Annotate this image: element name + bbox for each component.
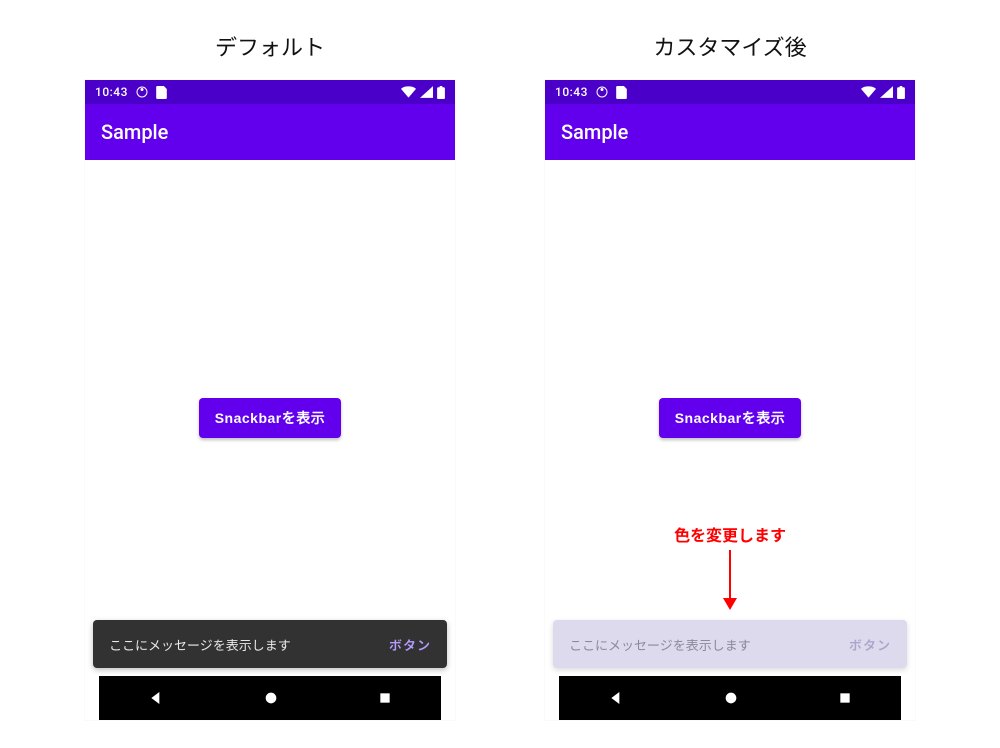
nav-recent-icon[interactable] bbox=[378, 691, 392, 705]
snackbar-action-button[interactable]: ボタン bbox=[849, 635, 891, 654]
phone-customized: 10:43 bbox=[545, 80, 915, 720]
snackbar-customized: ここにメッセージを表示します ボタン bbox=[553, 620, 907, 668]
battery-icon bbox=[437, 86, 445, 99]
status-app-icon bbox=[596, 86, 608, 98]
annotation-text: 色を変更します bbox=[674, 522, 786, 546]
annotation-arrow-line bbox=[729, 550, 731, 598]
app-bar: Sample bbox=[545, 104, 915, 160]
snackbar-action-button[interactable]: ボタン bbox=[389, 635, 431, 654]
column-title-default: デフォルト bbox=[215, 30, 325, 62]
status-sdcard-icon bbox=[616, 86, 627, 99]
nav-back-icon[interactable] bbox=[608, 690, 624, 706]
status-app-icon bbox=[136, 86, 148, 98]
column-title-customized: カスタマイズ後 bbox=[653, 30, 806, 62]
nav-bar bbox=[99, 676, 441, 720]
signal-icon bbox=[880, 86, 893, 98]
status-time: 10:43 bbox=[95, 85, 128, 99]
wifi-icon bbox=[861, 86, 876, 98]
app-title: Sample bbox=[101, 120, 168, 144]
column-default: デフォルト 10:43 bbox=[80, 30, 460, 720]
phone-default: 10:43 bbox=[85, 80, 455, 720]
nav-home-icon[interactable] bbox=[263, 690, 279, 706]
snackbar-default: ここにメッセージを表示します ボタン bbox=[93, 620, 447, 668]
annotation-arrow-head-icon bbox=[723, 598, 737, 610]
battery-icon bbox=[897, 86, 905, 99]
nav-home-icon[interactable] bbox=[723, 690, 739, 706]
status-sdcard-icon bbox=[156, 86, 167, 99]
snackbar-message: ここにメッセージを表示します bbox=[109, 635, 291, 654]
show-snackbar-button[interactable]: Snackbarを表示 bbox=[659, 398, 802, 438]
phone-body: Snackbarを表示 色を変更します ここにメッセージを表示します ボタン bbox=[545, 160, 915, 676]
status-time: 10:43 bbox=[555, 85, 588, 99]
app-bar: Sample bbox=[85, 104, 455, 160]
signal-icon bbox=[420, 86, 433, 98]
app-title: Sample bbox=[561, 120, 628, 144]
nav-recent-icon[interactable] bbox=[838, 691, 852, 705]
status-bar: 10:43 bbox=[545, 80, 915, 104]
phone-body: Snackbarを表示 ここにメッセージを表示します ボタン bbox=[85, 160, 455, 676]
snackbar-message: ここにメッセージを表示します bbox=[569, 635, 751, 654]
status-bar: 10:43 bbox=[85, 80, 455, 104]
wifi-icon bbox=[401, 86, 416, 98]
nav-back-icon[interactable] bbox=[148, 690, 164, 706]
annotation: 色を変更します bbox=[674, 522, 786, 610]
column-customized: カスタマイズ後 10:43 bbox=[540, 30, 920, 720]
show-snackbar-button[interactable]: Snackbarを表示 bbox=[199, 398, 342, 438]
nav-bar bbox=[559, 676, 901, 720]
